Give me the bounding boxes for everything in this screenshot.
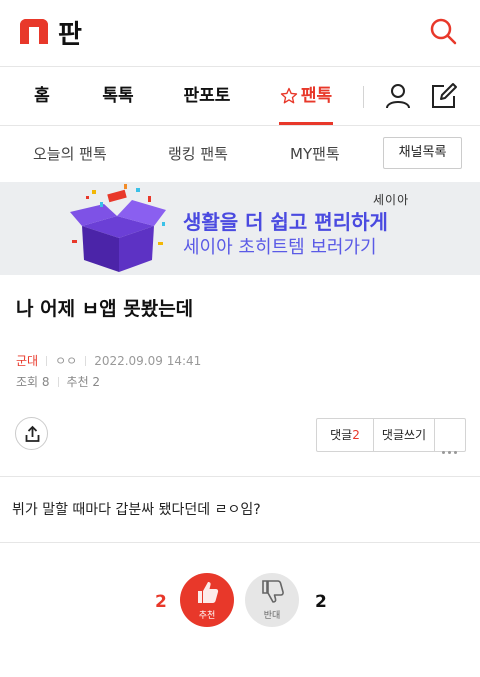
share-button[interactable] <box>15 417 48 450</box>
write-comment-button[interactable]: 댓글쓰기 <box>374 419 434 451</box>
star-icon <box>280 71 298 129</box>
post-meta: 군대 ㅇㅇ 2022.09.09 14:41 <box>16 352 201 369</box>
divider <box>0 476 480 477</box>
more-icon <box>442 434 460 466</box>
banner-headline: 생활을 더 쉽고 편리하게 <box>183 210 388 234</box>
subnav-ranking[interactable]: 랭킹 팬톡 <box>168 143 228 164</box>
downvote-button[interactable]: 반대 <box>245 573 299 627</box>
share-icon <box>25 425 40 442</box>
upvote-count: 2 <box>155 592 167 612</box>
nav-fantalk-label: 팬톡 <box>300 86 333 106</box>
post-body: 뷔가 말할 때마다 갑분싸 됐다던데 ㄹㅇ임? <box>12 502 261 518</box>
thumbs-up-icon <box>198 582 219 603</box>
post-author: ㅇㅇ <box>55 354 78 368</box>
gift-box-illustration <box>62 182 172 275</box>
upvote-button[interactable]: 추천 <box>180 573 234 627</box>
nav-fantalk[interactable]: 팬톡 <box>279 67 333 125</box>
nav-photo-label: 판포토 <box>183 86 231 106</box>
more-button[interactable] <box>435 419 465 454</box>
post-views: 조회 8 <box>16 375 50 389</box>
post-recommends: 추천 2 <box>66 375 101 389</box>
subnav-my[interactable]: MY팬톡 <box>290 143 340 164</box>
nav-home-label: 홈 <box>34 86 50 106</box>
subnav-today[interactable]: 오늘의 팬톡 <box>33 143 107 164</box>
app-title[interactable]: 판 <box>58 14 82 51</box>
nav-photo[interactable]: 판포토 <box>180 67 234 125</box>
banner-subline: 세이아 초히트템 보러가기 <box>183 237 377 258</box>
downvote-label: 반대 <box>263 611 281 621</box>
divider <box>0 542 480 543</box>
comments-button[interactable]: 댓글2 <box>317 419 373 451</box>
post-action-group: 댓글2 댓글쓰기 <box>316 418 466 454</box>
search-icon[interactable] <box>428 16 460 48</box>
nav-home[interactable]: 홈 <box>24 67 60 125</box>
post-category[interactable]: 군대 <box>16 354 38 368</box>
active-tab-indicator <box>279 122 333 125</box>
write-icon[interactable] <box>429 81 459 111</box>
channel-list-button[interactable]: 채널목록 <box>383 137 462 169</box>
thumbs-down-icon <box>262 580 284 603</box>
comments-count: 2 <box>352 428 360 442</box>
post-stats: 조회 8 추천 2 <box>16 373 100 390</box>
post-date: 2022.09.09 14:41 <box>94 354 202 368</box>
ad-banner[interactable]: 세이아 생활을 더 쉽고 편리하게 세이아 초히트템 보러가기 <box>0 182 480 275</box>
main-nav: 홈 톡톡 판포토 팬톡 <box>0 66 480 126</box>
nav-talk[interactable]: 톡톡 <box>96 67 140 125</box>
nate-logo[interactable] <box>20 19 48 44</box>
nav-talk-label: 톡톡 <box>102 86 134 106</box>
downvote-count: 2 <box>315 592 327 612</box>
nav-divider <box>363 86 364 108</box>
comments-label: 댓글 <box>330 428 353 442</box>
top-bar: 판 <box>0 0 480 66</box>
user-icon[interactable] <box>383 81 413 111</box>
post-title: 나 어제 ㅂ앱 못봤는데 <box>16 298 194 320</box>
upvote-label: 추천 <box>198 611 216 621</box>
